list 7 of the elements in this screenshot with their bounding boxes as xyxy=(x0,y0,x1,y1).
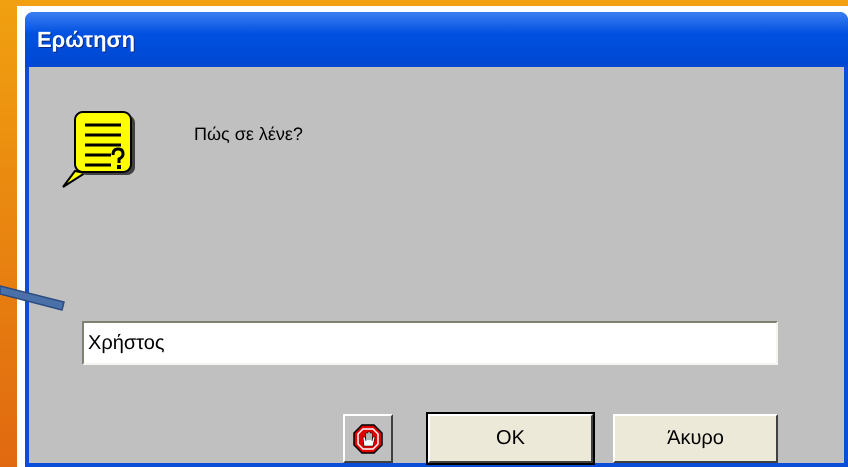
cancel-button[interactable]: Άκυρο xyxy=(613,414,778,463)
stop-button[interactable] xyxy=(343,414,393,463)
prompt-text: Πώς σε λένε? xyxy=(194,124,303,146)
ok-button[interactable]: OK xyxy=(428,414,593,463)
stop-hand-icon xyxy=(353,424,383,454)
window-title: Ερώτηση xyxy=(25,12,848,67)
name-input-field[interactable]: Χρήστος xyxy=(82,321,778,365)
